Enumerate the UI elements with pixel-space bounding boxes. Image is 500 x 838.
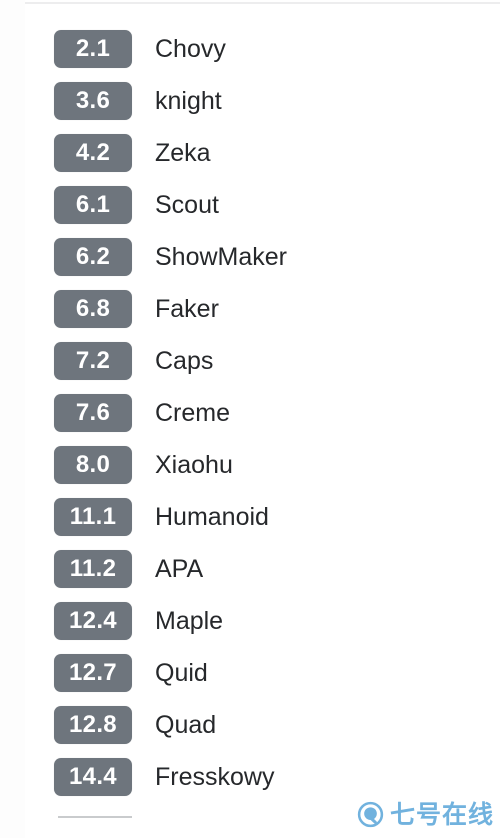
player-name: Chovy <box>155 35 226 63</box>
ranking-row[interactable]: 7.6 Creme <box>0 394 500 446</box>
ranking-row[interactable]: 12.4 Maple <box>0 602 500 654</box>
ranking-row[interactable]: 6.8 Faker <box>0 290 500 342</box>
score-badge: 3.6 <box>54 82 132 120</box>
player-name: Faker <box>155 295 219 323</box>
score-badge: 11.1 <box>54 498 132 536</box>
page-background: 2.1 Chovy 3.6 knight 4.2 Zeka 6.1 Scout 6.2 ShowM… <box>0 0 500 838</box>
ranking-row[interactable]: 6.1 Scout <box>0 186 500 238</box>
ranking-row[interactable]: 12.8 Quad <box>0 706 500 758</box>
score-badge: 4.2 <box>54 134 132 172</box>
player-name: APA <box>155 555 204 583</box>
watermark-text: 七号在线 <box>389 800 494 829</box>
player-name: Caps <box>155 347 214 375</box>
player-name: Zeka <box>155 139 211 167</box>
score-badge: 14.4 <box>54 758 132 796</box>
score-badge: 6.2 <box>54 238 132 276</box>
score-badge: 6.1 <box>54 186 132 224</box>
ranking-row[interactable]: 11.2 APA <box>0 550 500 602</box>
score-badge: 2.1 <box>54 30 132 68</box>
bottom-divider <box>58 816 132 818</box>
player-name: Fresskowy <box>155 763 275 791</box>
watermark-q-logo-icon <box>357 801 384 828</box>
ranking-row[interactable]: 12.7 Quid <box>0 654 500 706</box>
player-name: Quid <box>155 659 208 687</box>
ranking-row[interactable]: 3.6 knight <box>0 82 500 134</box>
score-badge: 12.8 <box>54 706 132 744</box>
score-badge: 7.2 <box>54 342 132 380</box>
player-name: Humanoid <box>155 503 269 531</box>
score-badge: 12.7 <box>54 654 132 692</box>
player-name: Quad <box>155 711 217 739</box>
ranking-row[interactable]: 6.2 ShowMaker <box>0 238 500 290</box>
player-name: knight <box>155 87 222 115</box>
score-badge: 8.0 <box>54 446 132 484</box>
player-name: ShowMaker <box>155 243 287 271</box>
score-badge: 6.8 <box>54 290 132 328</box>
ranking-row[interactable]: 11.1 Humanoid <box>0 498 500 550</box>
score-badge: 12.4 <box>54 602 132 640</box>
score-badge: 11.2 <box>54 550 132 588</box>
player-name: Xiaohu <box>155 451 233 479</box>
player-name: Creme <box>155 399 231 427</box>
ranking-row[interactable]: 7.2 Caps <box>0 342 500 394</box>
watermark: 七号在线 <box>357 801 494 828</box>
player-name: Maple <box>155 607 224 635</box>
score-badge: 7.6 <box>54 394 132 432</box>
ranking-row[interactable]: 8.0 Xiaohu <box>0 446 500 498</box>
ranking-row[interactable]: 2.1 Chovy <box>0 30 500 82</box>
player-name: Scout <box>155 191 219 219</box>
ranking-list: 2.1 Chovy 3.6 knight 4.2 Zeka 6.1 Scout 6.2 ShowM… <box>0 30 500 810</box>
top-divider <box>25 2 500 4</box>
ranking-row[interactable]: 4.2 Zeka <box>0 134 500 186</box>
